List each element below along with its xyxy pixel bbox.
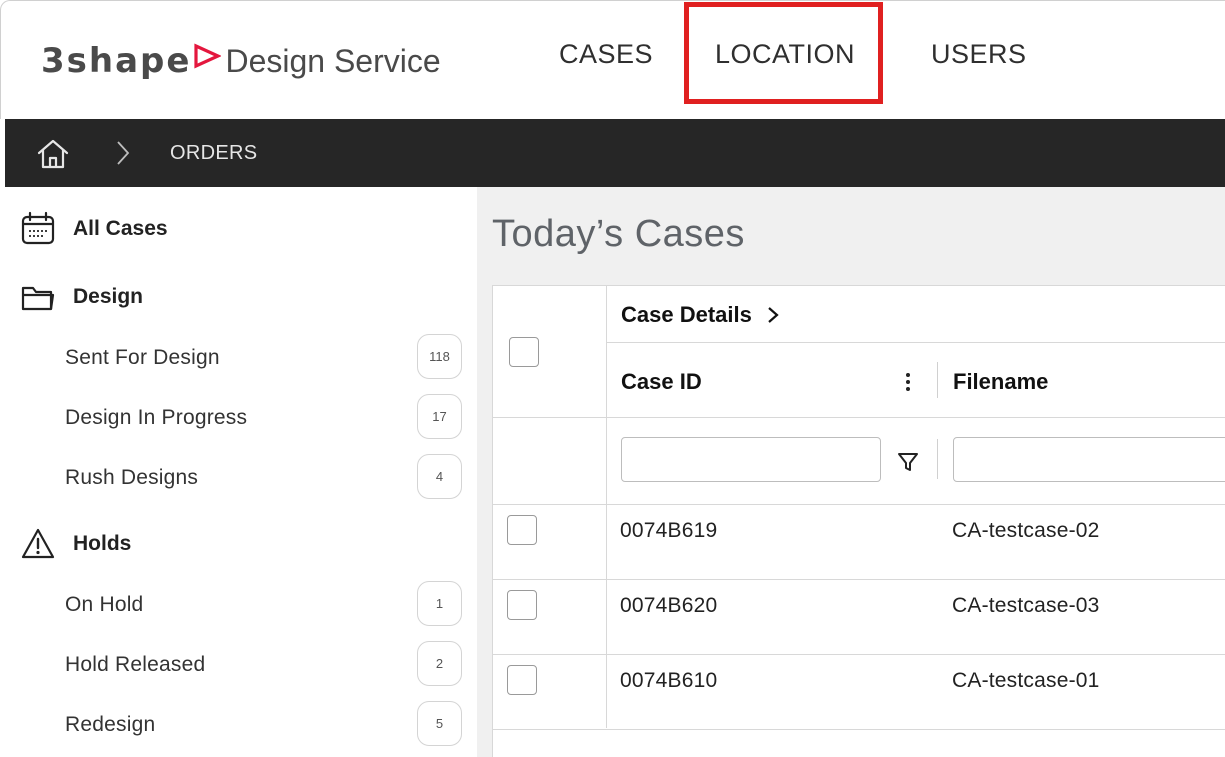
sidebar: All Cases Design Sent For Design 118 Des… — [5, 187, 477, 757]
nav-users[interactable]: USERS — [931, 39, 1027, 70]
filter-icon[interactable] — [896, 450, 920, 474]
warning-icon — [21, 528, 55, 559]
sidebar-item-rush-designs[interactable]: Rush Designs 4 — [5, 454, 477, 502]
sidebar-item-all-cases[interactable]: All Cases — [5, 209, 477, 249]
column-group-label: Case Details — [621, 302, 752, 327]
sidebar-item-design[interactable]: Design — [5, 277, 477, 317]
page-title: Today’s Cases — [492, 213, 745, 255]
grid-divider — [493, 504, 1225, 505]
sidebar-item-label: Redesign — [65, 713, 156, 736]
row-checkbox[interactable] — [507, 515, 537, 545]
logo-service-text: Design Service — [225, 42, 441, 79]
grid-divider — [493, 417, 1225, 418]
chevron-right-icon — [117, 141, 130, 165]
logo-triangle-icon — [194, 43, 222, 69]
sidebar-item-on-hold[interactable]: On Hold 1 — [5, 581, 477, 629]
home-icon[interactable] — [35, 137, 71, 171]
count-badge: 1 — [417, 581, 462, 626]
grid-divider — [607, 342, 1225, 343]
sidebar-item-label: Holds — [73, 532, 132, 555]
count-badge: 2 — [417, 641, 462, 686]
count-badge: 17 — [417, 394, 462, 439]
folder-icon — [21, 286, 55, 311]
count-badge: 5 — [417, 701, 462, 746]
grid-divider — [493, 729, 1225, 730]
app-header: 3shape Design Service CASES LOCATION USE… — [0, 0, 1225, 119]
sidebar-item-label: Sent For Design — [65, 346, 220, 369]
sidebar-item-design-in-progress[interactable]: Design In Progress 17 — [5, 394, 477, 442]
sidebar-item-label: Design In Progress — [65, 406, 248, 429]
chevron-right-icon — [768, 307, 779, 323]
logo-brand-text: 3shape — [41, 41, 192, 81]
select-all-checkbox[interactable] — [509, 337, 539, 367]
sidebar-item-hold-released[interactable]: Hold Released 2 — [5, 641, 477, 689]
cell-filename[interactable]: CA-testcase-03 — [952, 594, 1100, 618]
row-checkbox[interactable] — [507, 590, 537, 620]
sidebar-item-redesign[interactable]: Redesign 5 — [5, 701, 477, 749]
app-logo[interactable]: 3shape Design Service — [41, 39, 441, 83]
sidebar-item-label: All Cases — [73, 217, 168, 240]
calendar-icon — [21, 211, 55, 245]
cases-grid: Case Details Case ID Filename 0074B619 C… — [492, 285, 1225, 757]
column-header-case-id[interactable]: Case ID — [621, 369, 702, 395]
sidebar-item-label: Rush Designs — [65, 466, 199, 489]
row-checkbox[interactable] — [507, 665, 537, 695]
sidebar-item-sent-for-design[interactable]: Sent For Design 118 — [5, 334, 477, 382]
column-group-case-details[interactable]: Case Details — [621, 302, 780, 328]
location-highlight-box — [684, 2, 883, 104]
filename-filter-input[interactable] — [953, 437, 1225, 482]
column-header-filename[interactable]: Filename — [953, 369, 1048, 395]
sidebar-item-label: Hold Released — [65, 653, 206, 676]
count-badge: 118 — [417, 334, 462, 379]
breadcrumb-orders[interactable]: ORDERS — [170, 142, 257, 165]
main-content: Today’s Cases Case Details Case ID Filen… — [477, 187, 1225, 757]
cell-case-id[interactable]: 0074B620 — [620, 594, 717, 618]
cell-filename[interactable]: CA-testcase-01 — [952, 669, 1100, 693]
grid-divider — [493, 579, 1225, 580]
case-id-filter-input[interactable] — [621, 437, 881, 482]
grid-divider — [606, 286, 607, 728]
cell-case-id[interactable]: 0074B619 — [620, 519, 717, 543]
sidebar-item-holds[interactable]: Holds — [5, 524, 477, 564]
breadcrumb: ORDERS — [5, 119, 1225, 187]
count-badge: 4 — [417, 454, 462, 499]
cell-case-id[interactable]: 0074B610 — [620, 669, 717, 693]
sidebar-item-label: Design — [73, 285, 144, 308]
column-separator[interactable] — [937, 362, 938, 398]
grid-divider — [493, 654, 1225, 655]
sidebar-item-label: On Hold — [65, 593, 144, 616]
column-separator — [937, 439, 938, 479]
column-menu-icon[interactable] — [896, 370, 920, 396]
cell-filename[interactable]: CA-testcase-02 — [952, 519, 1100, 543]
nav-cases[interactable]: CASES — [559, 39, 653, 70]
